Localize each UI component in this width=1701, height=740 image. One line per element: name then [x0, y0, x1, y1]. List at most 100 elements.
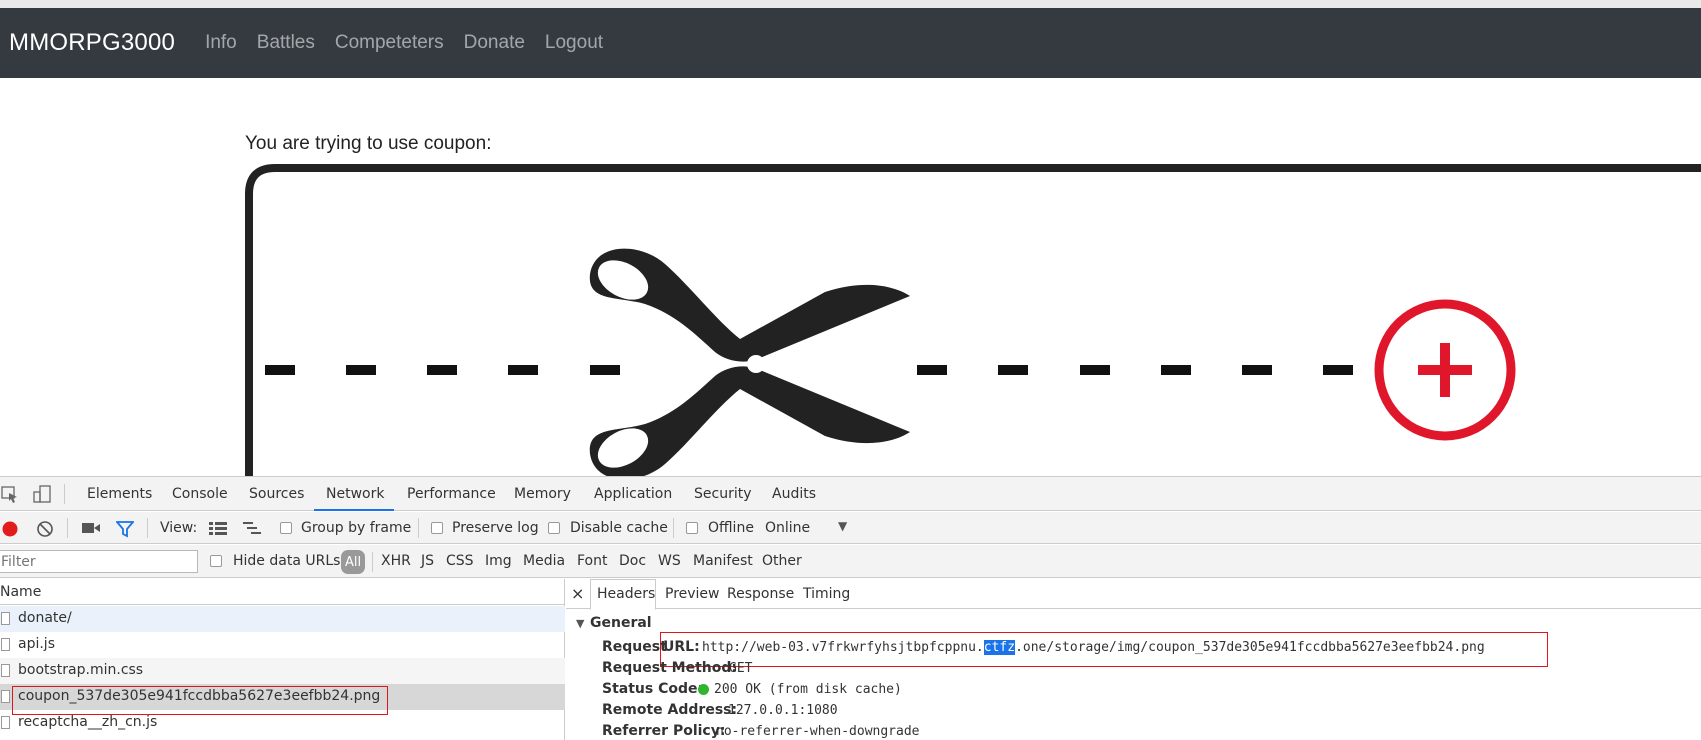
request-row[interactable]: recaptcha__zh_cn.js [0, 710, 565, 736]
filter-type-img[interactable]: Img [485, 553, 512, 569]
close-icon[interactable]: × [571, 584, 584, 603]
requests-list: Name donate/ api.js bootstrap.min.css co… [0, 579, 565, 740]
tab-audits[interactable]: Audits [772, 486, 816, 502]
record-button-icon[interactable] [1, 520, 19, 542]
group-by-frame-checkbox[interactable] [280, 522, 292, 534]
requests-header: Name [0, 579, 565, 605]
filter-type-js[interactable]: JS [421, 553, 434, 569]
tab-headers[interactable]: Headers [597, 586, 655, 602]
url-after: .one/storage/img/coupon_537de305e941fccd… [1015, 640, 1485, 655]
filter-type-all[interactable]: All [341, 550, 365, 574]
name-column-header[interactable]: Name [0, 584, 41, 600]
network-filter-bar: Hide data URLs All XHR JS CSS Img Media … [0, 545, 1701, 578]
tab-preview[interactable]: Preview [665, 586, 720, 602]
large-rows-icon[interactable] [209, 521, 227, 539]
coupon-prompt: You are trying to use coupon: [245, 133, 492, 154]
request-row[interactable]: donate/ [0, 606, 565, 632]
tab-performance[interactable]: Performance [407, 486, 496, 502]
preserve-log-label: Preserve log [452, 520, 539, 536]
view-label: View: [160, 520, 198, 536]
toolbar-separator [673, 518, 674, 538]
filter-input[interactable] [0, 550, 198, 573]
details-tab-bar: × Headers Preview Response Timing [566, 579, 1701, 610]
filter-type-media[interactable]: Media [523, 553, 565, 569]
filter-type-xhr[interactable]: XHR [381, 553, 411, 569]
inspect-element-icon[interactable] [1, 485, 19, 507]
status-code-key: Status Code: [602, 681, 704, 697]
site-navbar: MMORPG3000 Info Battles Competeters Dona… [0, 8, 1701, 78]
filter-type-font[interactable]: Font [577, 553, 607, 569]
filter-type-ws[interactable]: WS [658, 553, 681, 569]
file-icon [1, 664, 10, 677]
request-details: × Headers Preview Response Timing ▼ Gene… [566, 579, 1701, 740]
capture-screenshots-icon[interactable] [81, 521, 101, 539]
nav-info[interactable]: Info [205, 32, 237, 54]
request-row[interactable]: bootstrap.min.css [0, 658, 565, 684]
offline-checkbox[interactable] [686, 522, 698, 534]
tab-memory[interactable]: Memory [514, 486, 571, 502]
active-tab-indicator [314, 509, 394, 511]
remote-address-value[interactable]: 127.0.0.1:1080 [728, 703, 838, 718]
file-icon [1, 638, 10, 651]
hide-data-urls-checkbox[interactable] [210, 555, 222, 567]
filter-separator [372, 552, 373, 572]
request-name: api.js [18, 636, 55, 652]
hide-data-urls-label: Hide data URLs [233, 553, 341, 569]
tab-security[interactable]: Security [694, 486, 752, 502]
referrer-policy-key: Referrer Policy: [602, 723, 726, 739]
tab-application[interactable]: Application [594, 486, 672, 502]
scissors-icon [589, 248, 910, 478]
request-row[interactable]: api.js [0, 632, 565, 658]
nav-competeters[interactable]: Competeters [335, 32, 444, 54]
preserve-log-checkbox[interactable] [431, 522, 443, 534]
filter-type-manifest[interactable]: Manifest [693, 553, 753, 569]
chevron-down-icon[interactable]: ▼ [838, 519, 847, 533]
coupon-border [245, 164, 1701, 478]
nav-battles[interactable]: Battles [257, 32, 315, 54]
image-file-icon [1, 690, 10, 703]
file-icon [1, 716, 10, 729]
disable-cache-label: Disable cache [570, 520, 668, 536]
toolbar-separator [67, 518, 68, 538]
tab-sources[interactable]: Sources [249, 486, 304, 502]
plus-circle-icon [1374, 299, 1516, 441]
tab-console[interactable]: Console [172, 486, 228, 502]
general-section-title[interactable]: General [590, 615, 652, 631]
filter-type-css[interactable]: CSS [446, 553, 474, 569]
nav-donate[interactable]: Donate [464, 32, 525, 54]
throttling-select[interactable]: Online [765, 520, 810, 536]
clear-icon[interactable] [36, 520, 54, 542]
request-url-value[interactable]: http://web-03.v7frkwrfyhsjtbpfcppnu.ctfz… [702, 640, 1485, 655]
site-brand[interactable]: MMORPG3000 [9, 29, 175, 57]
tab-response[interactable]: Response [727, 586, 794, 602]
waterfall-icon[interactable] [243, 521, 263, 539]
offline-label: Offline [708, 520, 754, 536]
tab-timing[interactable]: Timing [803, 586, 850, 602]
url-before: http://web-03.v7frkwrfyhsjtbpfcppnu. [702, 640, 984, 655]
device-toolbar-icon[interactable] [33, 485, 51, 507]
file-icon [1, 612, 10, 625]
filter-icon[interactable] [115, 520, 135, 542]
request-method-value[interactable]: GET [729, 661, 752, 676]
request-url-key-a: Request [602, 639, 667, 655]
tab-elements[interactable]: Elements [87, 486, 152, 502]
request-method-key: Request Method: [602, 660, 737, 676]
triangle-down-icon[interactable]: ▼ [576, 617, 584, 630]
request-name: donate/ [18, 610, 72, 626]
browser-top-strip [0, 0, 1701, 8]
status-code-value[interactable]: 200 OK (from disk cache) [714, 682, 902, 697]
referrer-policy-value[interactable]: no-referrer-when-downgrade [716, 724, 920, 739]
request-name: recaptcha__zh_cn.js [18, 714, 158, 730]
group-by-frame-label: Group by frame [301, 520, 412, 536]
filter-type-other[interactable]: Other [762, 553, 802, 569]
network-toolbar: View: Group by frame Preserve log Disabl… [0, 512, 1701, 544]
dashed-cut-line [265, 365, 1353, 375]
disable-cache-checkbox[interactable] [548, 522, 560, 534]
toolbar-separator [418, 518, 419, 538]
request-url-key-b: URL: [663, 639, 700, 655]
nav-logout[interactable]: Logout [545, 32, 603, 54]
request-name: bootstrap.min.css [18, 662, 144, 678]
devtools-tab-bar: Elements Console Sources Network Perform… [0, 477, 1701, 511]
filter-type-doc[interactable]: Doc [619, 553, 646, 569]
tab-network[interactable]: Network [326, 486, 384, 502]
